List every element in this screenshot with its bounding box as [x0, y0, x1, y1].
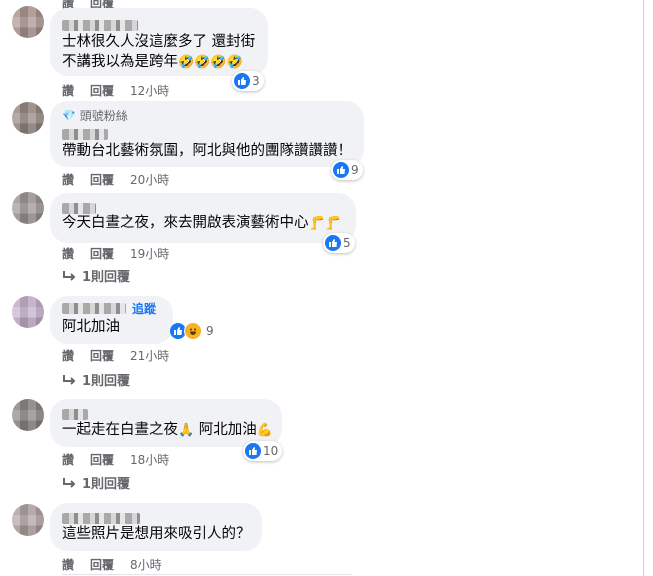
comment-actions: 讚 回覆 8小時	[62, 556, 162, 573]
timestamp[interactable]: 21小時	[130, 347, 169, 364]
follow-button[interactable]: 追蹤	[132, 300, 156, 317]
commenter-name[interactable]	[62, 199, 344, 214]
comment-bubble: 這些照片是想用來吸引人的？	[50, 503, 262, 551]
like-button[interactable]: 讚	[62, 347, 74, 364]
like-icon	[234, 73, 250, 89]
comment-text: 這些照片是想用來吸引人的？	[62, 526, 251, 542]
like-icon	[325, 235, 341, 251]
comment-bubble: 一起走在白晝之夜🙏 阿北加油💪	[50, 399, 282, 447]
like-button[interactable]: 讚	[62, 556, 74, 573]
comment-actions: 讚 回覆 12小時	[62, 82, 169, 99]
timestamp[interactable]: 8小時	[130, 556, 162, 573]
reply-arrow-icon	[63, 374, 76, 385]
view-replies-link[interactable]: 1則回覆	[62, 370, 130, 389]
divider	[62, 574, 352, 575]
haha-icon	[184, 322, 202, 340]
avatar[interactable]	[12, 6, 44, 38]
comment-text: 一起走在白晝之夜🙏 阿北加油💪	[62, 422, 273, 438]
view-replies-link[interactable]: 1則回覆	[62, 473, 130, 492]
like-button[interactable]: 讚	[62, 451, 74, 468]
comment-bubble: 士林很久人沒這麼多了 還封街 不講我以為是跨年🤣🤣🤣🤣	[50, 8, 268, 76]
reply-button[interactable]: 回覆	[90, 82, 114, 99]
comment-bubble: 💎 頭號粉絲 帶動台北藝術氛圍，阿北與他的團隊讚讚讚！	[50, 101, 364, 167]
timestamp[interactable]: 18小時	[130, 451, 169, 468]
avatar[interactable]	[12, 296, 44, 328]
view-replies-link[interactable]: 1則回覆	[62, 266, 130, 285]
reaction-count[interactable]: 10	[243, 441, 283, 461]
comment-text: 今天白晝之夜，來去開啟表演藝術中心🦵🦵	[62, 215, 341, 231]
commenter-name[interactable]	[62, 509, 250, 524]
avatar[interactable]	[12, 399, 44, 431]
reply-button[interactable]: 回覆	[90, 245, 114, 262]
commenter-name[interactable]	[62, 125, 352, 140]
comment-actions: 讚 回覆 21小時	[62, 347, 169, 364]
reply-arrow-icon	[63, 477, 76, 488]
comment-bubble: 追蹤 阿北加油	[50, 296, 173, 344]
comment-actions: 讚 回覆 19小時	[62, 245, 169, 262]
comment-actions: 讚 回覆 18小時	[62, 451, 169, 468]
like-button[interactable]: 讚	[62, 245, 74, 262]
like-button[interactable]: 讚	[62, 171, 74, 188]
avatar[interactable]	[12, 504, 44, 536]
scroll-edge-divider	[643, 0, 644, 576]
reaction-count[interactable]: 5	[323, 233, 355, 253]
commenter-name[interactable]: 追蹤	[62, 300, 161, 317]
like-icon	[245, 443, 261, 459]
reply-button[interactable]: 回覆	[90, 451, 114, 468]
comment-text: 阿北加油	[62, 319, 120, 335]
commenter-name[interactable]	[62, 405, 270, 420]
avatar[interactable]	[12, 102, 44, 134]
timestamp[interactable]: 19小時	[130, 245, 169, 262]
top-fan-badge: 💎 頭號粉絲	[62, 108, 128, 123]
avatar[interactable]	[12, 192, 44, 224]
timestamp[interactable]: 12小時	[130, 82, 169, 99]
reply-button[interactable]: 回覆	[90, 556, 114, 573]
comment-bubble: 今天白晝之夜，來去開啟表演藝術中心🦵🦵	[50, 193, 356, 243]
like-button[interactable]: 讚	[62, 82, 74, 99]
commenter-name[interactable]	[62, 16, 256, 31]
reaction-count[interactable]: 9	[168, 321, 218, 341]
comment-text: 士林很久人沒這麼多了 還封街 不講我以為是跨年🤣🤣🤣🤣	[62, 34, 256, 70]
comment-actions: 讚 回覆 20小時	[62, 171, 169, 188]
like-icon	[333, 162, 349, 178]
timestamp[interactable]: 20小時	[130, 171, 169, 188]
reply-button[interactable]: 回覆	[90, 171, 114, 188]
reply-arrow-icon	[63, 270, 76, 281]
reaction-count[interactable]: 3	[232, 71, 264, 91]
reply-button[interactable]: 回覆	[90, 347, 114, 364]
diamond-icon: 💎	[62, 108, 76, 122]
reaction-count[interactable]: 9	[331, 160, 363, 180]
comment-text: 帶動台北藝術氛圍，阿北與他的團隊讚讚讚！	[62, 143, 352, 159]
